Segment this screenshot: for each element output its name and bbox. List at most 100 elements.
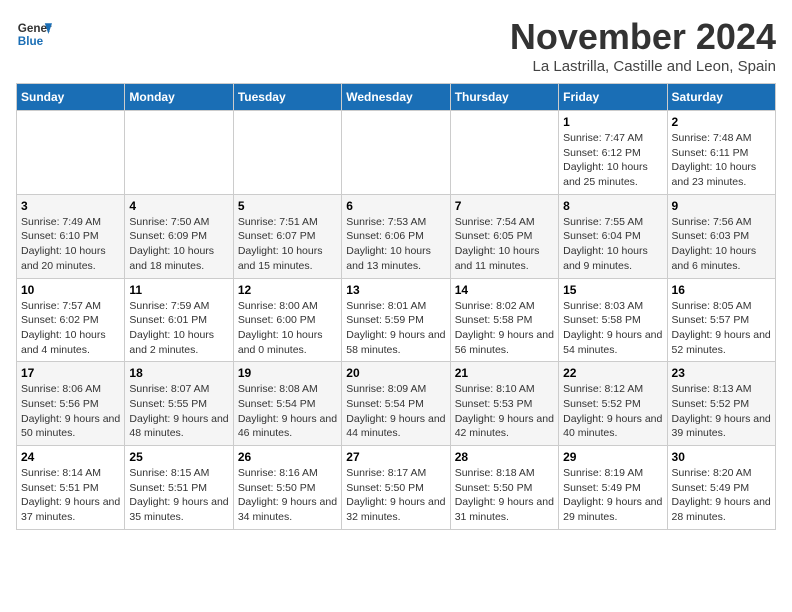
day-number: 1 [563, 115, 662, 129]
svg-text:Blue: Blue [18, 35, 44, 48]
day-cell: 7Sunrise: 7:54 AM Sunset: 6:05 PM Daylig… [450, 194, 558, 278]
calendar-table: SundayMondayTuesdayWednesdayThursdayFrid… [16, 83, 776, 530]
day-cell: 11 Sunrise: 7:59 AM Sunset: 6:01 PM Dayli… [125, 278, 233, 362]
day-cell: 4 Sunrise: 7:50 AM Sunset: 6:09 PM Daylig… [125, 194, 233, 278]
day-info: Sunrise: 8:14 AM Sunset: 5:51 PM Dayligh… [21, 466, 120, 525]
day-cell: 25 Sunrise: 8:15 AM Sunset: 5:51 PM Dayli… [125, 446, 233, 530]
day-cell: 18 Sunrise: 8:07 AM Sunset: 5:55 PM Dayli… [125, 362, 233, 446]
day-cell: 27 Sunrise: 8:17 AM Sunset: 5:50 PM Dayli… [342, 446, 450, 530]
day-info: Sunrise: 8:08 AM Sunset: 5:54 PM Dayligh… [238, 382, 337, 441]
day-number: 17 [21, 366, 120, 380]
day-number: 22 [563, 366, 662, 380]
day-info: Sunrise: 7:51 AM Sunset: 6:07 PM Dayligh… [238, 215, 337, 274]
day-cell: 15Sunrise: 8:03 AM Sunset: 5:58 PM Dayli… [559, 278, 667, 362]
day-cell: 29 Sunrise: 8:19 AM Sunset: 5:49 PM Dayli… [559, 446, 667, 530]
day-info: Sunrise: 7:47 AM Sunset: 6:12 PM Dayligh… [563, 131, 662, 190]
day-cell: 17 Sunrise: 8:06 AM Sunset: 5:56 PM Dayli… [17, 362, 125, 446]
day-cell: 23 Sunrise: 8:13 AM Sunset: 5:52 PM Dayli… [667, 362, 775, 446]
day-cell: 26Sunrise: 8:16 AM Sunset: 5:50 PM Dayli… [233, 446, 341, 530]
day-cell: 16 Sunrise: 8:05 AM Sunset: 5:57 PM Dayli… [667, 278, 775, 362]
day-cell [233, 111, 341, 195]
day-info: Sunrise: 7:59 AM Sunset: 6:01 PM Dayligh… [129, 299, 228, 358]
day-info: Sunrise: 7:49 AM Sunset: 6:10 PM Dayligh… [21, 215, 120, 274]
day-info: Sunrise: 8:12 AM Sunset: 5:52 PM Dayligh… [563, 382, 662, 441]
day-number: 4 [129, 199, 228, 213]
day-info: Sunrise: 8:01 AM Sunset: 5:59 PM Dayligh… [346, 299, 445, 358]
day-cell: 28 Sunrise: 8:18 AM Sunset: 5:50 PM Dayli… [450, 446, 558, 530]
day-cell: 30Sunrise: 8:20 AM Sunset: 5:49 PM Dayli… [667, 446, 775, 530]
weekday-saturday: Saturday [667, 84, 775, 111]
day-cell [125, 111, 233, 195]
day-info: Sunrise: 8:17 AM Sunset: 5:50 PM Dayligh… [346, 466, 445, 525]
day-number: 25 [129, 450, 228, 464]
day-info: Sunrise: 8:19 AM Sunset: 5:49 PM Dayligh… [563, 466, 662, 525]
day-number: 2 [672, 115, 771, 129]
day-cell [17, 111, 125, 195]
day-info: Sunrise: 7:55 AM Sunset: 6:04 PM Dayligh… [563, 215, 662, 274]
day-info: Sunrise: 8:16 AM Sunset: 5:50 PM Dayligh… [238, 466, 337, 525]
day-number: 18 [129, 366, 228, 380]
day-number: 5 [238, 199, 337, 213]
day-number: 29 [563, 450, 662, 464]
day-cell [342, 111, 450, 195]
day-number: 6 [346, 199, 445, 213]
day-cell: 8Sunrise: 7:55 AM Sunset: 6:04 PM Daylig… [559, 194, 667, 278]
day-number: 13 [346, 283, 445, 297]
day-number: 3 [21, 199, 120, 213]
day-number: 24 [21, 450, 120, 464]
week-row-2: 3 Sunrise: 7:49 AM Sunset: 6:10 PM Daylig… [17, 194, 776, 278]
day-cell: 10 Sunrise: 7:57 AM Sunset: 6:02 PM Dayli… [17, 278, 125, 362]
day-cell: 13 Sunrise: 8:01 AM Sunset: 5:59 PM Dayli… [342, 278, 450, 362]
day-number: 11 [129, 283, 228, 297]
day-info: Sunrise: 8:02 AM Sunset: 5:58 PM Dayligh… [455, 299, 554, 358]
weekday-wednesday: Wednesday [342, 84, 450, 111]
location-title: La Lastrilla, Castille and Leon, Spain [510, 58, 776, 75]
weekday-thursday: Thursday [450, 84, 558, 111]
day-info: Sunrise: 8:06 AM Sunset: 5:56 PM Dayligh… [21, 382, 120, 441]
day-cell: 22 Sunrise: 8:12 AM Sunset: 5:52 PM Dayli… [559, 362, 667, 446]
week-row-1: 1 Sunrise: 7:47 AM Sunset: 6:12 PM Daylig… [17, 111, 776, 195]
day-info: Sunrise: 7:57 AM Sunset: 6:02 PM Dayligh… [21, 299, 120, 358]
day-info: Sunrise: 8:15 AM Sunset: 5:51 PM Dayligh… [129, 466, 228, 525]
page-header: General Blue November 2024 La Lastrilla,… [16, 16, 776, 75]
logo-icon: General Blue [16, 16, 52, 52]
day-info: Sunrise: 8:07 AM Sunset: 5:55 PM Dayligh… [129, 382, 228, 441]
day-cell: 9 Sunrise: 7:56 AM Sunset: 6:03 PM Daylig… [667, 194, 775, 278]
weekday-friday: Friday [559, 84, 667, 111]
day-cell: 24 Sunrise: 8:14 AM Sunset: 5:51 PM Dayli… [17, 446, 125, 530]
week-row-3: 10 Sunrise: 7:57 AM Sunset: 6:02 PM Dayli… [17, 278, 776, 362]
day-number: 9 [672, 199, 771, 213]
day-number: 28 [455, 450, 554, 464]
day-cell: 2 Sunrise: 7:48 AM Sunset: 6:11 PM Daylig… [667, 111, 775, 195]
day-cell: 21Sunrise: 8:10 AM Sunset: 5:53 PM Dayli… [450, 362, 558, 446]
day-cell: 1 Sunrise: 7:47 AM Sunset: 6:12 PM Daylig… [559, 111, 667, 195]
day-info: Sunrise: 7:56 AM Sunset: 6:03 PM Dayligh… [672, 215, 771, 274]
day-number: 12 [238, 283, 337, 297]
day-info: Sunrise: 7:48 AM Sunset: 6:11 PM Dayligh… [672, 131, 771, 190]
day-cell: 20Sunrise: 8:09 AM Sunset: 5:54 PM Dayli… [342, 362, 450, 446]
day-number: 10 [21, 283, 120, 297]
weekday-tuesday: Tuesday [233, 84, 341, 111]
day-number: 21 [455, 366, 554, 380]
day-info: Sunrise: 7:53 AM Sunset: 6:06 PM Dayligh… [346, 215, 445, 274]
day-cell: 3 Sunrise: 7:49 AM Sunset: 6:10 PM Daylig… [17, 194, 125, 278]
day-info: Sunrise: 7:50 AM Sunset: 6:09 PM Dayligh… [129, 215, 228, 274]
day-info: Sunrise: 8:05 AM Sunset: 5:57 PM Dayligh… [672, 299, 771, 358]
day-cell: 14Sunrise: 8:02 AM Sunset: 5:58 PM Dayli… [450, 278, 558, 362]
title-area: November 2024 La Lastrilla, Castille and… [510, 16, 776, 75]
day-number: 23 [672, 366, 771, 380]
day-cell: 6 Sunrise: 7:53 AM Sunset: 6:06 PM Daylig… [342, 194, 450, 278]
day-info: Sunrise: 8:18 AM Sunset: 5:50 PM Dayligh… [455, 466, 554, 525]
day-number: 15 [563, 283, 662, 297]
day-info: Sunrise: 8:09 AM Sunset: 5:54 PM Dayligh… [346, 382, 445, 441]
day-info: Sunrise: 8:20 AM Sunset: 5:49 PM Dayligh… [672, 466, 771, 525]
day-info: Sunrise: 8:13 AM Sunset: 5:52 PM Dayligh… [672, 382, 771, 441]
week-row-5: 24 Sunrise: 8:14 AM Sunset: 5:51 PM Dayli… [17, 446, 776, 530]
month-title: November 2024 [510, 16, 776, 58]
day-cell: 12Sunrise: 8:00 AM Sunset: 6:00 PM Dayli… [233, 278, 341, 362]
logo: General Blue [16, 16, 52, 52]
day-info: Sunrise: 7:54 AM Sunset: 6:05 PM Dayligh… [455, 215, 554, 274]
day-number: 16 [672, 283, 771, 297]
day-number: 27 [346, 450, 445, 464]
day-cell: 5 Sunrise: 7:51 AM Sunset: 6:07 PM Daylig… [233, 194, 341, 278]
